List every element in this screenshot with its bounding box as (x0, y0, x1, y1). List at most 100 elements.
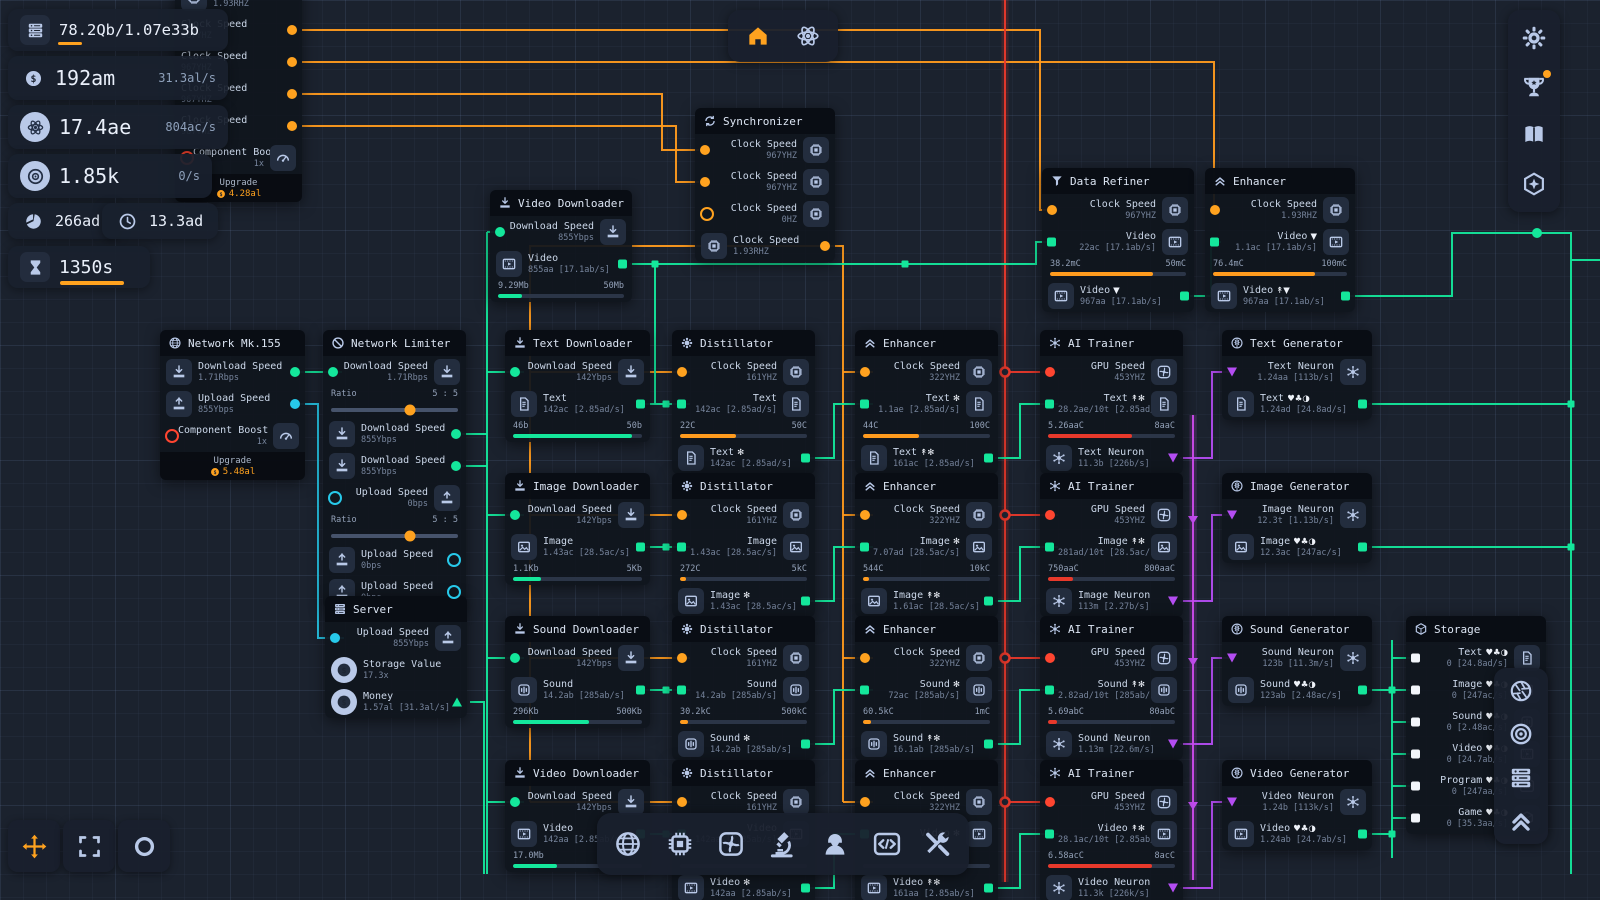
output-port[interactable] (801, 884, 810, 893)
distillator-image[interactable]: DistillatorClock Speed161YHZImage1.43ac … (672, 473, 815, 617)
input-port[interactable] (1045, 400, 1054, 409)
output-port[interactable] (820, 241, 830, 251)
input-port[interactable] (1411, 654, 1420, 663)
input-port[interactable] (1227, 654, 1237, 663)
output-port[interactable] (287, 57, 297, 67)
node-graph-canvas[interactable]: Clock Speed1.93RHZClock Speed967YHZClock… (0, 0, 1600, 900)
science-button[interactable] (787, 15, 829, 57)
input-port[interactable] (860, 510, 870, 520)
input-port[interactable] (1045, 686, 1054, 695)
input-port[interactable] (677, 797, 687, 807)
input-port[interactable] (1210, 238, 1219, 247)
output-port[interactable] (1341, 292, 1350, 301)
output-port[interactable] (1168, 597, 1178, 606)
video-downloader-top[interactable]: Video DownloaderDownload Speed855YbpsVid… (490, 190, 632, 302)
output-port[interactable] (984, 884, 993, 893)
engineering-tab[interactable] (917, 823, 959, 865)
input-port[interactable] (677, 367, 687, 377)
input-port[interactable] (1411, 814, 1420, 823)
sound-generator[interactable]: Sound GeneratorSound Neuron123b [11.3m/s… (1222, 616, 1372, 706)
output-port[interactable] (1168, 884, 1178, 893)
output-port[interactable] (287, 89, 297, 99)
output-port[interactable] (636, 400, 645, 409)
ai-trainer-text[interactable]: AI TrainerGPU Speed453YHZText↟✻28.2ae/10… (1040, 330, 1183, 474)
input-port[interactable] (677, 686, 686, 695)
hardware-tab[interactable] (659, 823, 701, 865)
output-port[interactable] (451, 461, 461, 471)
output-port[interactable] (636, 686, 645, 695)
output-port[interactable] (290, 399, 300, 409)
output-port[interactable] (287, 25, 297, 35)
collapse-button[interactable] (1500, 800, 1542, 842)
distillator-sound[interactable]: DistillatorClock Speed161YHZSound14.2ab … (672, 616, 815, 760)
select-tool[interactable] (63, 820, 115, 872)
input-port[interactable] (700, 145, 710, 155)
prestige-button[interactable] (1513, 163, 1555, 205)
output-port[interactable] (1180, 292, 1189, 301)
output-port[interactable] (801, 454, 810, 463)
enhancer-sound[interactable]: EnhancerClock Speed322YHZSound✻72ac [285… (855, 616, 998, 760)
agent-tab[interactable] (814, 823, 856, 865)
text-generator[interactable]: Text GeneratorText Neuron1.24aa [113b/s]… (1222, 330, 1372, 420)
output-port[interactable] (618, 260, 627, 269)
output-port[interactable] (1168, 740, 1178, 749)
input-port[interactable] (510, 653, 520, 663)
slider-knob[interactable] (404, 405, 415, 416)
input-port[interactable] (860, 797, 870, 807)
home-button[interactable] (737, 15, 779, 57)
image-downloader[interactable]: Image DownloaderDownload Speed142YbpsIma… (505, 473, 650, 585)
output-port[interactable] (452, 698, 462, 707)
input-port[interactable] (1227, 511, 1237, 520)
upgrade-button[interactable]: Upgrade5.48al (160, 452, 305, 480)
servers-button[interactable] (1500, 757, 1542, 799)
output-port[interactable] (1358, 543, 1367, 552)
input-port[interactable] (1045, 830, 1054, 839)
ratio-slider[interactable]: Ratio5 : 5 (323, 388, 466, 418)
distillator-text[interactable]: DistillatorClock Speed161YHZText142ac [2… (672, 330, 815, 474)
sound-downloader[interactable]: Sound DownloaderDownload Speed142YbpsSou… (505, 616, 650, 728)
input-port[interactable] (1411, 686, 1420, 695)
input-port[interactable] (677, 653, 687, 663)
aperture-button[interactable] (1500, 670, 1542, 712)
input-port[interactable] (1047, 238, 1056, 247)
network-mk155[interactable]: Network Mk.155Download Speed1.71RbpsUplo… (160, 330, 305, 480)
target-button[interactable] (1500, 713, 1542, 755)
image-generator[interactable]: Image GeneratorImage Neuron12.3t [1.13b/… (1222, 473, 1372, 563)
input-port[interactable] (860, 653, 870, 663)
input-port[interactable] (677, 510, 687, 520)
input-port[interactable] (677, 400, 686, 409)
encyclopedia-button[interactable] (1513, 114, 1555, 156)
output-port[interactable] (1358, 400, 1367, 409)
enhancer-image[interactable]: EnhancerClock Speed322YHZImage✻7.07ad [2… (855, 473, 998, 617)
input-port[interactable] (510, 367, 520, 377)
input-port[interactable] (330, 633, 340, 643)
enhancer-text[interactable]: EnhancerClock Speed322YHZText✻1.1ae [2.8… (855, 330, 998, 474)
output-port[interactable] (636, 543, 645, 552)
input-port[interactable] (1210, 205, 1220, 215)
input-port[interactable] (1227, 798, 1237, 807)
input-port[interactable] (1411, 750, 1420, 759)
enhancer-video-top[interactable]: EnhancerClock Speed1.93RHZVideo▼1.1ac [1… (1205, 168, 1355, 312)
ratio-slider[interactable]: Ratio5 : 5 (323, 514, 466, 544)
input-port[interactable] (860, 686, 869, 695)
text-downloader[interactable]: Text DownloaderDownload Speed142YbpsText… (505, 330, 650, 442)
research-tab[interactable] (762, 823, 804, 865)
input-port[interactable] (700, 177, 710, 187)
output-port[interactable] (984, 597, 993, 606)
programming-tab[interactable] (866, 823, 908, 865)
input-port[interactable] (1045, 653, 1055, 663)
ai-trainer-video[interactable]: AI TrainerGPU Speed453YHZVideo↟✻28.1ac/1… (1040, 760, 1183, 900)
input-port[interactable] (860, 367, 870, 377)
input-port[interactable] (328, 367, 338, 377)
input-port[interactable] (1045, 543, 1054, 552)
output-port[interactable] (451, 429, 461, 439)
move-tool[interactable] (8, 820, 60, 872)
output-port[interactable] (1358, 686, 1367, 695)
output-port[interactable] (290, 367, 300, 377)
output-port[interactable] (984, 740, 993, 749)
output-port[interactable] (447, 553, 461, 567)
output-port[interactable] (984, 454, 993, 463)
output-port[interactable] (801, 740, 810, 749)
input-port[interactable] (1227, 368, 1237, 377)
input-port[interactable] (1411, 718, 1420, 727)
